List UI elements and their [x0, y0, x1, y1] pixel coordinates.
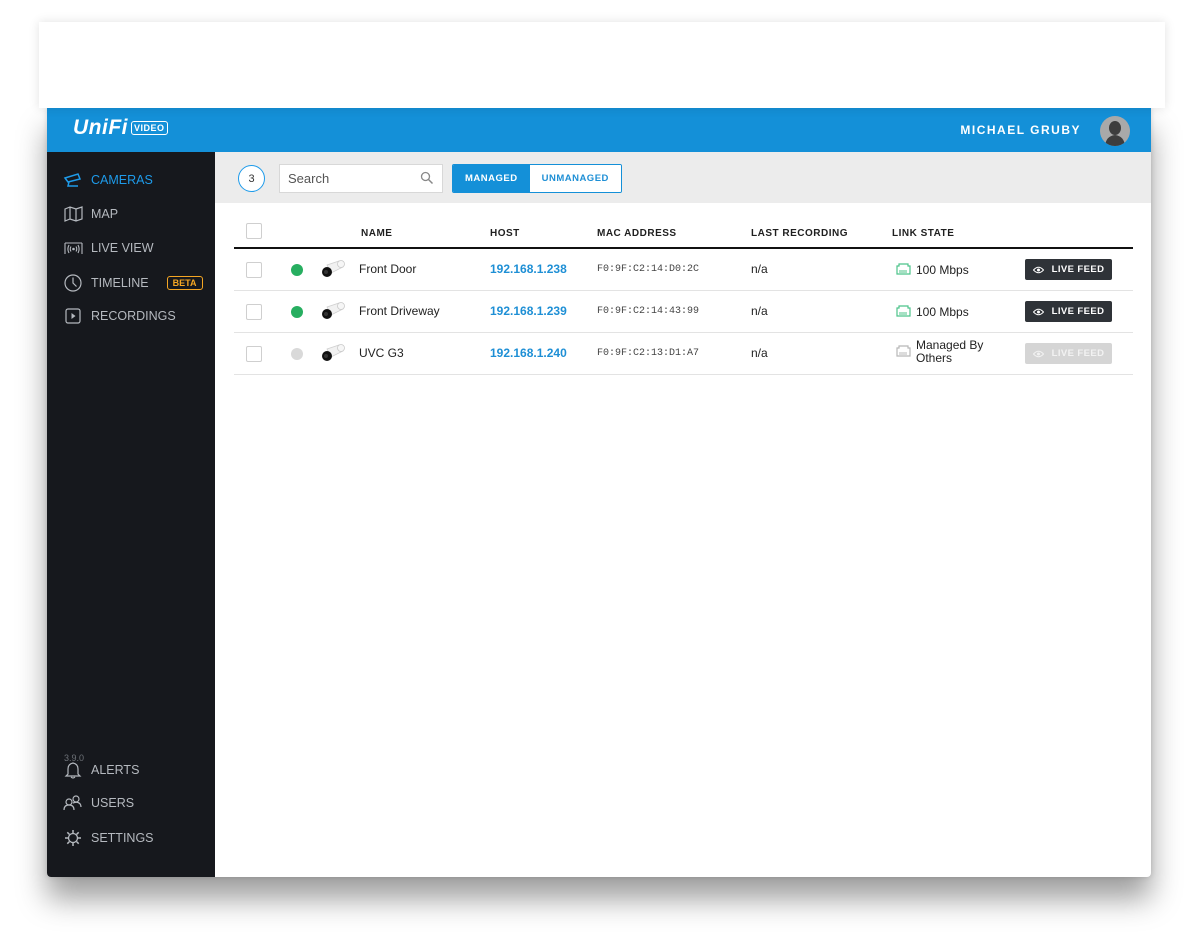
sidebar-item-label: LIVE VIEW	[91, 241, 154, 255]
sidebar-item-label: SETTINGS	[91, 831, 154, 845]
camera-count-badge: 3	[238, 165, 265, 192]
live-feed-label: LIVE FEED	[1051, 348, 1105, 359]
table-header: NAME HOST MAC ADDRESS LAST RECORDING LIN…	[234, 216, 1133, 249]
gear-icon	[63, 829, 83, 847]
sidebar-item-label: MAP	[91, 207, 119, 221]
column-header-last-recording[interactable]: LAST RECORDING	[751, 228, 848, 239]
sidebar-item-label: RECORDINGS	[91, 309, 176, 323]
last-recording: n/a	[751, 346, 768, 360]
sidebar-item-settings[interactable]: SETTINGS	[63, 828, 154, 848]
eye-icon	[1032, 308, 1044, 316]
camera-host-link[interactable]: 192.168.1.238	[490, 262, 567, 276]
row-checkbox[interactable]	[246, 304, 262, 320]
camera-icon	[63, 171, 83, 189]
link-state-text: 100 Mbps	[916, 304, 969, 319]
beta-badge: BETA	[166, 276, 203, 290]
camera-mac: F0:9F:C2:14:43:99	[597, 306, 700, 317]
column-header-name[interactable]: NAME	[361, 228, 392, 239]
ethernet-port-icon	[896, 304, 911, 320]
table-row[interactable]: Front Door 192.168.1.238 F0:9F:C2:14:D0:…	[234, 249, 1133, 291]
link-state-text: 100 Mbps	[916, 262, 969, 277]
live-view-icon	[63, 239, 83, 257]
clock-icon	[63, 274, 83, 292]
sidebar-item-map[interactable]: MAP	[63, 204, 118, 224]
user-name[interactable]: MICHAEL GRUBY	[960, 123, 1081, 137]
sidebar: CAMERAS MAP LIVE VIEW TIMELINE BETA RECO…	[47, 152, 215, 877]
ethernet-port-icon	[896, 344, 911, 360]
tab-managed[interactable]: MANAGED	[453, 165, 530, 192]
camera-host-link[interactable]: 192.168.1.239	[490, 304, 567, 318]
table-row[interactable]: UVC G3 192.168.1.240 F0:9F:C2:13:D1:A7 n…	[234, 333, 1133, 375]
table-row[interactable]: Front Driveway 192.168.1.239 F0:9F:C2:14…	[234, 291, 1133, 333]
camera-name[interactable]: Front Driveway	[359, 304, 440, 318]
camera-name[interactable]: Front Door	[359, 262, 416, 276]
camera-name[interactable]: UVC G3	[359, 346, 404, 360]
live-feed-button: LIVE FEED	[1025, 343, 1112, 364]
users-icon	[63, 794, 83, 812]
last-recording: n/a	[751, 262, 768, 276]
toolbar: 3 MANAGED UNMANAGED	[215, 152, 1151, 203]
camera-thumbnail-icon	[319, 343, 347, 368]
logo-badge: VIDEO	[131, 121, 168, 136]
sidebar-item-alerts[interactable]: ALERTS	[63, 760, 139, 780]
column-header-mac[interactable]: MAC ADDRESS	[597, 228, 677, 239]
ethernet-port-icon	[896, 262, 911, 278]
status-dot	[291, 348, 303, 360]
cameras-table: NAME HOST MAC ADDRESS LAST RECORDING LIN…	[234, 216, 1133, 375]
bell-icon	[63, 761, 83, 779]
camera-mac: F0:9F:C2:14:D0:2C	[597, 264, 700, 275]
column-header-host[interactable]: HOST	[490, 228, 520, 239]
column-header-link-state[interactable]: LINK STATE	[892, 228, 954, 239]
link-state: Managed By Others	[896, 339, 991, 365]
sidebar-item-users[interactable]: USERS	[63, 793, 134, 813]
app-window: UniFi VIDEO MICHAEL GRUBY CAMERAS MAP LI…	[47, 108, 1151, 877]
camera-mac: F0:9F:C2:13:D1:A7	[597, 348, 700, 359]
search-icon[interactable]	[420, 171, 434, 190]
link-state-text: Managed By Others	[916, 338, 984, 365]
status-dot	[291, 264, 303, 276]
camera-thumbnail-icon	[319, 259, 347, 284]
status-dot	[291, 306, 303, 318]
play-icon	[63, 307, 83, 325]
live-feed-label: LIVE FEED	[1051, 306, 1105, 317]
eye-icon	[1032, 350, 1044, 358]
sidebar-item-label: USERS	[91, 796, 135, 810]
sidebar-item-recordings[interactable]: RECORDINGS	[63, 306, 176, 326]
camera-host-link[interactable]: 192.168.1.240	[490, 346, 567, 360]
browser-top-blank-area	[39, 22, 1165, 108]
sidebar-item-cameras[interactable]: CAMERAS	[63, 170, 153, 190]
live-feed-label: LIVE FEED	[1051, 264, 1105, 275]
last-recording: n/a	[751, 304, 768, 318]
search-box[interactable]	[279, 164, 443, 193]
map-icon	[63, 205, 83, 223]
sidebar-item-live-view[interactable]: LIVE VIEW	[63, 238, 154, 258]
user-silhouette-icon	[1105, 121, 1125, 146]
eye-icon	[1032, 266, 1044, 274]
live-feed-button[interactable]: LIVE FEED	[1025, 259, 1112, 280]
app-header: UniFi VIDEO MICHAEL GRUBY	[47, 108, 1151, 152]
logo-text: UniFi	[73, 116, 128, 139]
managed-toggle: MANAGED UNMANAGED	[452, 164, 622, 193]
link-state: 100 Mbps	[896, 304, 969, 320]
sidebar-item-label: CAMERAS	[91, 173, 153, 187]
unifi-video-logo[interactable]: UniFi VIDEO	[73, 116, 168, 140]
link-state: 100 Mbps	[896, 262, 969, 278]
search-input[interactable]	[280, 165, 426, 191]
sidebar-item-timeline[interactable]: TIMELINE BETA	[63, 273, 203, 293]
row-checkbox[interactable]	[246, 346, 262, 362]
live-feed-button[interactable]: LIVE FEED	[1025, 301, 1112, 322]
avatar[interactable]	[1100, 116, 1130, 146]
sidebar-item-label: TIMELINE	[91, 276, 149, 290]
camera-thumbnail-icon	[319, 301, 347, 326]
select-all-checkbox[interactable]	[246, 223, 262, 239]
sidebar-item-label: ALERTS	[91, 763, 140, 777]
row-checkbox[interactable]	[246, 262, 262, 278]
tab-unmanaged[interactable]: UNMANAGED	[529, 165, 621, 192]
